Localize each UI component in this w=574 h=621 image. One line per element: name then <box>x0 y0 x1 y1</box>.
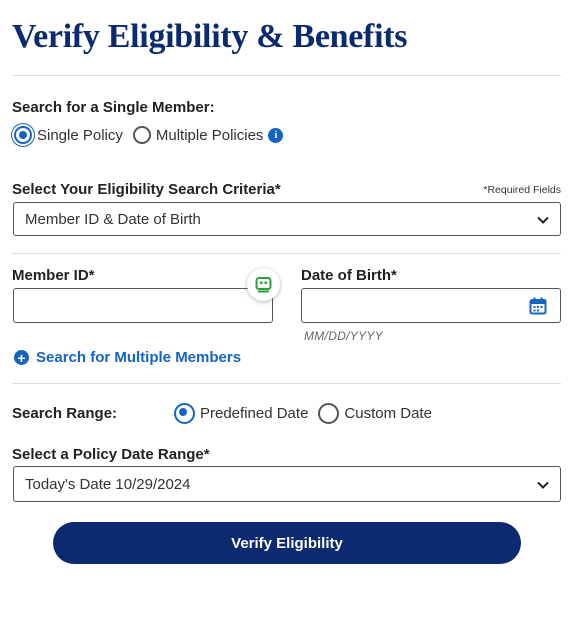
member-id-input[interactable] <box>13 288 273 323</box>
criteria-label: Select Your Eligibility Search Criteria* <box>12 181 281 198</box>
badge-icon[interactable] <box>247 268 280 301</box>
search-multiple-members-link[interactable]: + Search for Multiple Members <box>14 349 241 366</box>
search-range-label: Search Range: <box>12 405 118 422</box>
member-id-label: Member ID* <box>12 267 95 284</box>
calendar-icon[interactable] <box>529 297 547 315</box>
criteria-select[interactable]: Member ID & Date of Birth <box>13 202 561 236</box>
divider <box>12 75 561 76</box>
chevron-down-icon <box>537 481 549 489</box>
policy-type-radio-group: Single Policy Multiple Policies i <box>14 126 284 144</box>
dob-input[interactable] <box>301 288 561 323</box>
chevron-down-icon <box>537 216 549 224</box>
criteria-select-value: Member ID & Date of Birth <box>25 210 201 228</box>
info-icon[interactable]: i <box>268 127 284 143</box>
single-policy-label[interactable]: Single Policy <box>37 127 123 144</box>
multiple-policies-radio[interactable] <box>132 126 151 144</box>
dob-format-hint: MM/DD/YYYY <box>304 329 384 343</box>
required-fields-note: *Required Fields <box>483 184 561 196</box>
predefined-date-radio[interactable] <box>174 403 195 424</box>
single-member-label: Search for a Single Member: <box>12 99 215 116</box>
search-multiple-members-label[interactable]: Search for Multiple Members <box>36 349 241 366</box>
policy-date-range-value: Today's Date 10/29/2024 <box>25 475 191 493</box>
plus-circle-icon: + <box>14 350 29 365</box>
verify-eligibility-button[interactable]: Verify Eligibility <box>53 522 521 564</box>
policy-date-range-select[interactable]: Today's Date 10/29/2024 <box>13 466 561 502</box>
divider <box>12 383 561 384</box>
page-title: Verify Eligibility & Benefits <box>12 18 408 55</box>
divider <box>12 253 561 254</box>
custom-date-radio[interactable] <box>318 403 340 424</box>
single-policy-radio[interactable] <box>14 126 32 144</box>
search-range-radio-group: Predefined Date Custom Date <box>174 403 432 424</box>
predefined-date-label[interactable]: Predefined Date <box>200 405 308 422</box>
dob-label: Date of Birth* <box>301 267 397 284</box>
policy-date-range-label: Select a Policy Date Range* <box>12 446 210 463</box>
custom-date-label[interactable]: Custom Date <box>344 405 432 422</box>
multiple-policies-label[interactable]: Multiple Policies <box>156 127 264 144</box>
